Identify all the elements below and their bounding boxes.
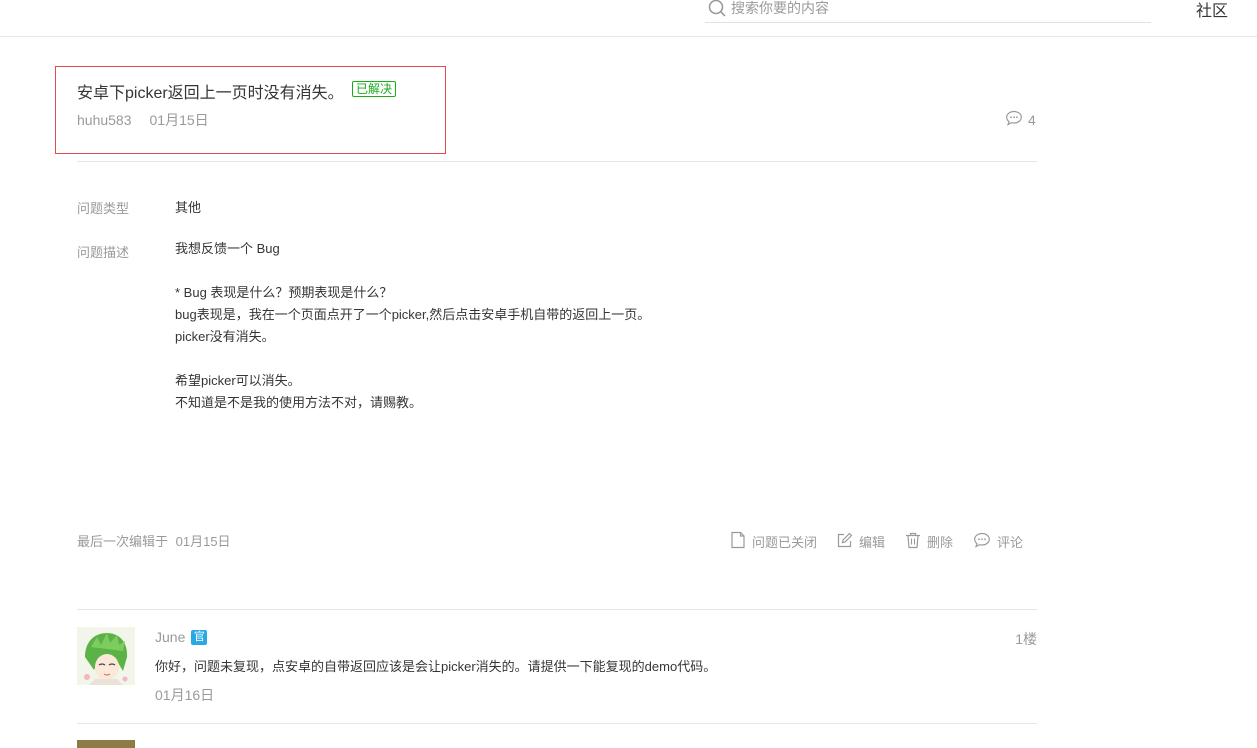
search-icon[interactable]	[707, 0, 727, 18]
reply-date: 01月16日	[155, 687, 215, 703]
description-text: 我想反馈一个 Bug * Bug 表现是什么？预期表现是什么？ bug表现是，我…	[175, 241, 651, 410]
close-question-label: 问题已关闭	[752, 535, 818, 550]
nav-community-link[interactable]: 社区	[1196, 0, 1228, 21]
search-bar[interactable]	[705, 0, 1151, 23]
comment-count-value: 4	[1028, 111, 1036, 128]
post-date: 01月15日	[149, 112, 209, 128]
official-badge: 官	[191, 629, 208, 645]
close-question-button[interactable]: 问题已关闭	[730, 531, 817, 552]
divider	[77, 609, 1037, 610]
type-value: 其他	[175, 200, 202, 215]
document-icon	[730, 531, 746, 552]
top-bar: 社区	[0, 0, 1257, 37]
last-edit-date: 01月15日	[175, 534, 231, 549]
trash-icon	[905, 532, 921, 552]
post-title: 安卓下picker返回上一页时没有消失。	[77, 85, 344, 102]
type-label: 问题类型	[77, 201, 130, 216]
avatar[interactable]	[77, 740, 135, 748]
delete-label: 删除	[927, 535, 954, 550]
reply-author-name[interactable]: June	[155, 629, 185, 645]
delete-button[interactable]: 删除	[905, 532, 953, 552]
comment-button[interactable]: 评论	[973, 532, 1023, 551]
last-edit-prefix: 最后一次编辑于	[77, 534, 169, 549]
reply-content: 你好，问题未复现，点安卓的自带返回应该是会让picker消失的。请提供一下能复现…	[155, 659, 717, 674]
description-label: 问题描述	[77, 245, 130, 260]
post-meta: huhu583 01月15日	[77, 110, 209, 130]
post-author[interactable]: huhu583	[77, 112, 132, 128]
comment-count[interactable]: 4	[1005, 110, 1036, 129]
comment-icon	[973, 532, 991, 551]
edit-label: 编辑	[859, 535, 886, 550]
comment-label: 评论	[997, 535, 1024, 550]
reply-author: June 官	[155, 629, 208, 645]
floor-number: 1楼	[1015, 631, 1037, 647]
divider	[77, 723, 1037, 724]
avatar[interactable]	[77, 627, 135, 685]
search-input[interactable]	[731, 0, 1131, 16]
divider	[77, 161, 1037, 162]
edit-icon	[837, 532, 853, 551]
last-edit-info: 最后一次编辑于 01月15日	[77, 531, 231, 550]
status-badge: 已解决	[352, 81, 397, 97]
comment-bubble-icon	[1005, 110, 1023, 129]
post-actions: 问题已关闭 编辑 删除 评论	[730, 531, 1023, 552]
edit-button[interactable]: 编辑	[837, 532, 885, 551]
